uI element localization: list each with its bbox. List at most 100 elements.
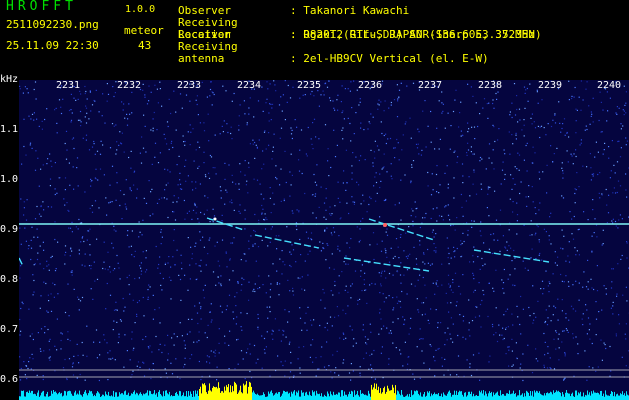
noise-pixel (231, 202, 233, 204)
noise-pixel (252, 143, 254, 145)
signal-bar (107, 395, 108, 400)
signal-bar (594, 392, 595, 400)
noise-pixel (175, 111, 177, 113)
noise-pixel (140, 262, 142, 264)
noise-pixel (578, 96, 580, 98)
noise-pixel (436, 220, 438, 222)
noise-pixel (202, 236, 204, 238)
noise-pixel (299, 317, 302, 319)
signal-bar (546, 393, 547, 400)
noise-pixel (173, 229, 175, 231)
noise-pixel (487, 188, 489, 190)
signal-bar (505, 395, 506, 400)
noise-pixel (564, 355, 566, 357)
noise-pixel (256, 147, 258, 149)
noise-pixel (98, 379, 100, 382)
noise-pixel (90, 185, 92, 187)
signal-bar (327, 391, 328, 400)
signal-bar (182, 395, 183, 400)
noise-pixel (435, 283, 437, 286)
noise-pixel (116, 321, 118, 323)
noise-pixel (429, 368, 431, 370)
signal-bar (478, 395, 479, 400)
noise-pixel (493, 126, 495, 128)
noise-pixel (501, 334, 503, 336)
noise-pixel (269, 83, 271, 85)
noise-pixel (289, 377, 291, 379)
noise-pixel (572, 333, 574, 335)
noise-pixel (266, 306, 268, 308)
noise-pixel (78, 249, 80, 251)
signal-bar (592, 393, 593, 400)
noise-pixel (554, 122, 557, 124)
signal-bar (211, 391, 212, 400)
noise-pixel (359, 366, 361, 368)
noise-pixel (19, 85, 21, 87)
signal-bar (24, 396, 25, 400)
noise-pixel (240, 171, 242, 173)
noise-pixel (526, 170, 528, 172)
noise-pixel (539, 136, 541, 139)
noise-pixel (435, 309, 437, 311)
noise-pixel (608, 194, 610, 196)
noise-pixel (47, 294, 49, 296)
noise-pixel (324, 307, 326, 309)
noise-pixel (315, 217, 317, 219)
noise-pixel (575, 189, 577, 191)
noise-pixel (220, 283, 222, 285)
noise-pixel (447, 204, 449, 206)
signal-bar (486, 393, 487, 400)
noise-pixel (245, 352, 248, 354)
noise-pixel (452, 279, 454, 281)
signal-bar (357, 390, 358, 400)
noise-pixel (165, 372, 167, 374)
noise-pixel (562, 248, 564, 250)
signal-bar (493, 392, 494, 400)
noise-pixel (325, 188, 327, 190)
noise-pixel (85, 90, 87, 93)
signal-bar (207, 393, 208, 400)
noise-pixel (198, 265, 200, 267)
noise-pixel (232, 311, 234, 313)
noise-pixel (348, 212, 350, 215)
noise-pixel (310, 138, 312, 140)
noise-pixel (298, 210, 300, 212)
signal-bar (360, 390, 361, 400)
noise-pixel (611, 281, 613, 283)
noise-pixel (187, 318, 190, 320)
signal-bar (446, 395, 447, 400)
noise-pixel (460, 130, 462, 132)
signal-bar (570, 396, 571, 400)
noise-pixel (212, 92, 214, 94)
noise-pixel (528, 185, 530, 187)
strong-echo (213, 217, 217, 221)
noise-pixel (360, 220, 362, 222)
noise-pixel (402, 316, 404, 318)
noise-pixel (369, 122, 371, 125)
noise-pixel (66, 378, 68, 381)
signal-bar (150, 391, 151, 400)
signal-bar (294, 390, 295, 400)
noise-pixel (270, 103, 272, 105)
noise-pixel (228, 368, 230, 370)
noise-pixel (254, 290, 256, 293)
noise-pixel (219, 133, 221, 135)
signal-bar (76, 394, 77, 400)
signal-bar (140, 392, 141, 400)
noise-pixel (369, 354, 371, 357)
noise-pixel (328, 175, 330, 177)
info-value: : R820T2(RTL-SDR) SDR-Sharp 53.372MHz (290, 28, 536, 41)
noise-pixel (186, 212, 188, 214)
noise-pixel (356, 226, 358, 228)
signal-bar (509, 390, 510, 400)
signal-bar (156, 393, 157, 400)
noise-pixel (86, 355, 88, 357)
noise-pixel (54, 284, 56, 286)
noise-pixel (360, 203, 362, 205)
signal-bar (318, 394, 319, 400)
noise-pixel (71, 270, 73, 272)
noise-pixel (157, 267, 159, 269)
noise-pixel (412, 82, 415, 84)
signal-bar (173, 395, 174, 400)
noise-pixel (123, 310, 125, 312)
